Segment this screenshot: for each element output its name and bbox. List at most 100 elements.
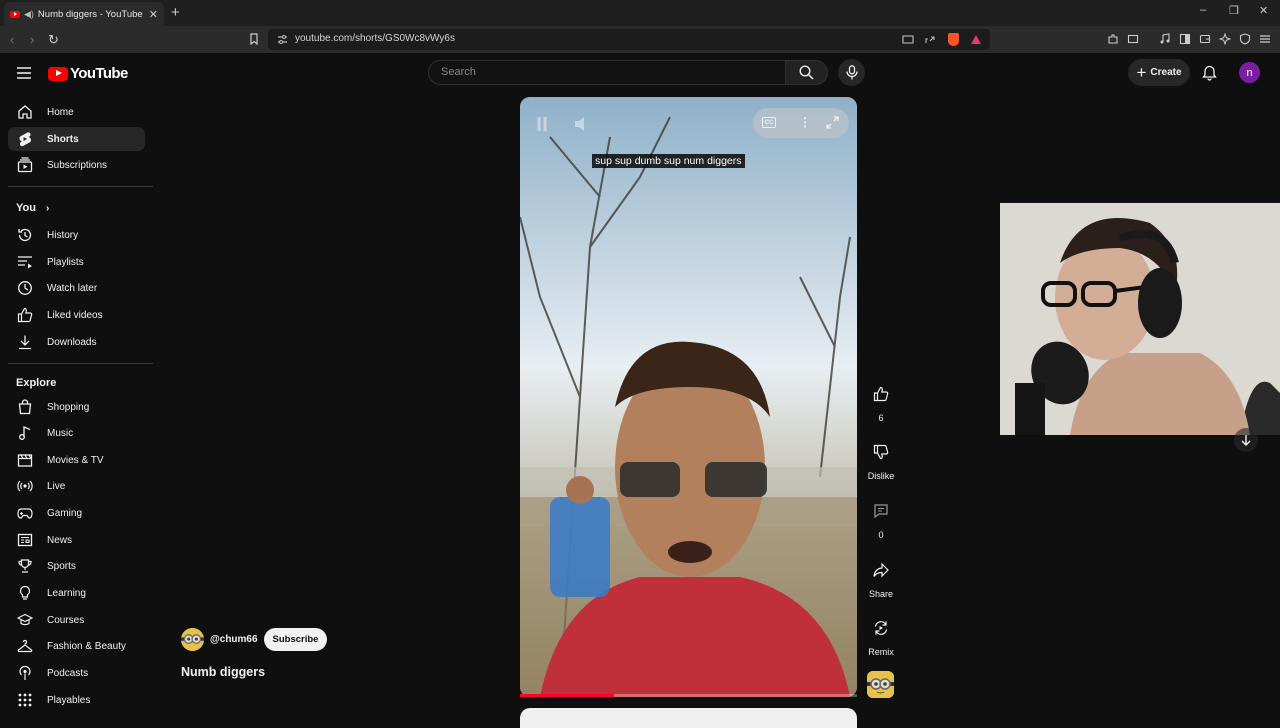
notifications-bell-icon[interactable] xyxy=(1202,65,1217,81)
history-icon xyxy=(18,228,32,242)
sidebar-item-home[interactable]: Home xyxy=(8,100,145,124)
extensions-icon[interactable] xyxy=(1107,33,1119,45)
playables-icon xyxy=(18,693,32,707)
sidebar-item-news[interactable]: News xyxy=(8,528,145,552)
shorts-video-player[interactable] xyxy=(520,97,857,697)
new-tab-button[interactable]: + xyxy=(171,4,180,21)
reload-icon[interactable]: ↻ xyxy=(48,32,59,48)
podcast-icon xyxy=(19,665,31,680)
speaker-icon[interactable]: ◀) xyxy=(24,9,34,20)
sidebar-item-liked-videos[interactable]: Liked videos xyxy=(8,303,145,327)
wallet-card-icon[interactable] xyxy=(1199,33,1211,45)
subscribe-button[interactable]: Subscribe xyxy=(264,628,327,651)
sidebar-item-live[interactable]: Live xyxy=(8,474,145,498)
dislike-label: Dislike xyxy=(867,471,895,481)
sidebar-item-fashion-beauty[interactable]: Fashion & Beauty xyxy=(8,634,145,658)
site-info-icon[interactable] xyxy=(277,34,288,45)
search-input[interactable] xyxy=(441,66,761,78)
sidebar-item-watch-later[interactable]: Watch later xyxy=(8,276,145,300)
dislike-action[interactable]: Dislike xyxy=(866,437,896,481)
sidebar-item-label: Music xyxy=(47,427,74,439)
comment-icon xyxy=(874,504,888,519)
shorts-icon xyxy=(19,132,31,147)
sidebar-item-gaming[interactable]: Gaming xyxy=(8,501,145,525)
sidebar-divider xyxy=(8,186,153,187)
bookmark-icon[interactable] xyxy=(248,33,260,45)
create-button[interactable]: + Create xyxy=(1128,59,1190,86)
comments-action[interactable]: 0 xyxy=(866,496,896,540)
video-overlay-controls: CC ⋮ xyxy=(753,108,849,138)
you-section-heading[interactable]: You › xyxy=(16,202,49,214)
back-icon[interactable]: ‹ xyxy=(10,32,14,47)
original-sound-thumbnail[interactable] xyxy=(867,671,894,698)
sidebar-item-movies-tv[interactable]: Movies & TV xyxy=(8,448,145,472)
sidebar-item-music[interactable]: Music xyxy=(8,421,145,445)
closed-captions-button[interactable]: CC xyxy=(762,117,776,128)
forward-icon[interactable]: › xyxy=(30,32,34,47)
streamer-webcam-overlay xyxy=(1000,203,1280,435)
thumbs-down-icon xyxy=(873,444,889,460)
leo-ai-icon[interactable] xyxy=(1219,33,1231,45)
sidebar-item-podcasts[interactable]: Podcasts xyxy=(8,661,145,685)
browser-tab[interactable]: ◀) Numb diggers - YouTube ✕ xyxy=(4,2,164,26)
browser-menu-icon[interactable] xyxy=(1259,33,1271,45)
sidebar-item-playables[interactable]: Playables xyxy=(8,688,145,712)
wallet-icon[interactable] xyxy=(1127,33,1139,45)
sidebar-item-subscriptions[interactable]: Subscriptions xyxy=(8,153,145,177)
channel-handle[interactable]: @chum66 xyxy=(210,634,258,645)
share-label: Share xyxy=(868,589,894,599)
window-close-button[interactable]: ✕ xyxy=(1259,4,1268,17)
thumbs-up-icon xyxy=(873,386,889,402)
hamburger-menu-icon[interactable] xyxy=(17,67,31,79)
next-video-button[interactable] xyxy=(1234,428,1258,452)
sidebar-item-label: Fashion & Beauty xyxy=(47,640,126,652)
remix-action[interactable]: Remix xyxy=(866,613,896,657)
address-bar[interactable]: youtube.com/shorts/GS0Wc8vWy6s xyxy=(268,29,990,50)
sidebar-item-label: Courses xyxy=(47,614,85,626)
hanger-icon xyxy=(17,639,33,653)
sidebar-item-shopping[interactable]: Shopping xyxy=(8,395,145,419)
short-title[interactable]: Numb diggers xyxy=(181,665,265,679)
youtube-logo[interactable]: YouTube xyxy=(48,65,128,82)
tab-close-icon[interactable]: ✕ xyxy=(149,8,158,21)
explore-heading: Explore xyxy=(16,377,57,389)
sidebar-item-playlists[interactable]: Playlists xyxy=(8,250,145,274)
share-action[interactable]: Share xyxy=(866,555,896,599)
account-avatar[interactable]: n xyxy=(1239,62,1260,83)
remix-icon xyxy=(874,621,888,635)
play-pause-volume-controls[interactable] xyxy=(535,114,595,134)
sidebar-item-shorts[interactable]: Shorts xyxy=(8,127,145,151)
sidebar-item-label: Sports xyxy=(47,560,76,572)
sidebar-item-label: Playlists xyxy=(47,256,84,268)
restore-button[interactable]: ❐ xyxy=(1229,4,1239,17)
fullscreen-icon[interactable] xyxy=(826,116,839,129)
sidebar-item-courses[interactable]: Courses xyxy=(8,608,145,632)
next-short-preview[interactable] xyxy=(520,708,857,728)
search-box[interactable] xyxy=(428,60,786,85)
more-options-icon[interactable]: ⋮ xyxy=(799,116,811,128)
voice-search-button[interactable] xyxy=(838,59,865,86)
thumbs-up-icon xyxy=(17,307,33,323)
sidebar-item-sports[interactable]: Sports xyxy=(8,554,145,578)
playlists-icon xyxy=(18,256,32,269)
video-progress-fill xyxy=(520,694,615,697)
sidebar-item-label: Shorts xyxy=(47,133,79,145)
media-control-icon[interactable] xyxy=(1159,33,1171,45)
search-button[interactable] xyxy=(786,60,828,85)
sidebar-item-history[interactable]: History xyxy=(8,223,145,247)
create-label: Create xyxy=(1150,67,1182,78)
brave-shield-icon[interactable] xyxy=(948,33,959,46)
brave-rewards-icon[interactable] xyxy=(970,34,982,45)
sidebar-item-downloads[interactable]: Downloads xyxy=(8,330,145,354)
cast-icon[interactable] xyxy=(902,34,914,45)
sidebar-item-learning[interactable]: Learning xyxy=(8,581,145,605)
vpn-shield-icon[interactable] xyxy=(1239,33,1251,45)
minimize-button[interactable]: – xyxy=(1200,4,1206,16)
sidebar-toggle-icon[interactable] xyxy=(1179,33,1191,45)
like-action[interactable]: 6 xyxy=(866,379,896,423)
remix-label: Remix xyxy=(868,647,894,657)
video-caption: sup sup dumb sup num diggers xyxy=(592,154,745,168)
channel-avatar[interactable] xyxy=(181,628,204,651)
video-progress-bar[interactable] xyxy=(520,694,857,697)
share-page-icon[interactable] xyxy=(924,34,936,45)
